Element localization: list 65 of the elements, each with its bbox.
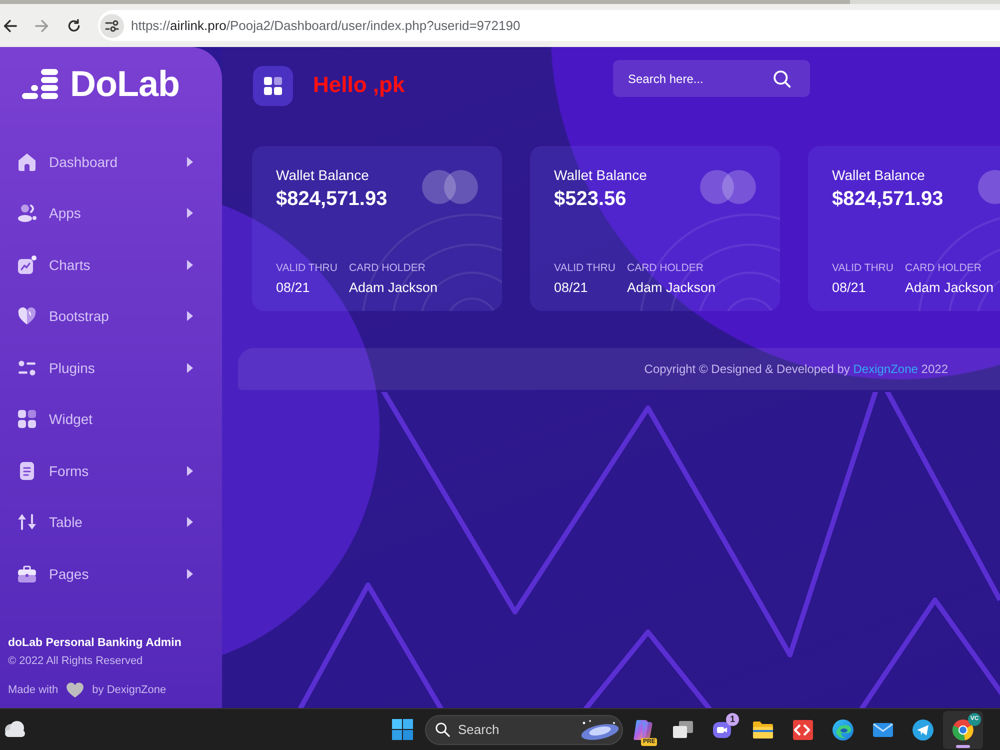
- users-icon: [17, 203, 37, 224]
- overlapping-circles-icon: [422, 170, 478, 204]
- taskbar-search-field[interactable]: Search: [425, 714, 623, 744]
- sidebar-item[interactable]: Forms: [0, 445, 222, 496]
- card-holder-label: CARD HOLDER: [349, 261, 426, 275]
- balance-amount: $824,571.93: [832, 187, 944, 212]
- balance-amount: $523.56: [554, 187, 628, 212]
- sidebar-item[interactable]: Plugins: [0, 342, 222, 394]
- valid-thru-label: VALID THRU: [554, 261, 616, 275]
- sidebar-item[interactable]: Widget: [0, 394, 222, 445]
- author-text: by DexignZone: [92, 684, 166, 696]
- rights-text: © 2022 All Rights Reserved: [8, 654, 144, 669]
- balance-amount: $824,571.93: [276, 187, 388, 212]
- card-title: Wallet Balance: [276, 166, 370, 184]
- sort-arrows-icon: [17, 512, 37, 532]
- paper-plane-icon: [911, 718, 935, 742]
- url-text[interactable]: https://airlink.pro/Pooja2/Dashboard/user/index.php?userid=972190: [131, 18, 520, 33]
- four-squares-icon: [264, 77, 282, 95]
- address-bar[interactable]: https://airlink.pro/Pooja2/Dashboard/user/index.php?userid=972190: [98, 10, 1000, 41]
- sidebar-item[interactable]: Apps: [0, 188, 222, 239]
- heart-icon: [66, 682, 84, 698]
- start-button[interactable]: [389, 716, 415, 742]
- angle-brackets-icon: [791, 718, 815, 742]
- sliders-icon: [17, 358, 37, 378]
- sliders-icon[interactable]: [100, 14, 124, 38]
- swirl-circle-icon: [831, 718, 855, 742]
- sidebar-item[interactable]: Bootstrap: [0, 290, 222, 342]
- document-icon: [17, 460, 37, 481]
- stacked-bars-logo-icon: [22, 69, 58, 99]
- card-holder-label: CARD HOLDER: [627, 261, 704, 275]
- expiry-date: 08/21: [832, 279, 867, 297]
- card-title: Wallet Balance: [554, 166, 648, 184]
- card-title: Wallet Balance: [832, 166, 926, 184]
- chart-icon: [17, 254, 37, 275]
- card-holder-name: Adam Jackson: [627, 279, 716, 297]
- logo-text: DoLab: [70, 67, 180, 101]
- sidebar-item[interactable]: Pages: [0, 548, 222, 600]
- four-panes-icon: [392, 719, 412, 740]
- valid-thru-label: VALID THRU: [276, 261, 338, 275]
- app-title-text: doLab Personal Banking Admin: [8, 636, 182, 651]
- search-icon: [435, 722, 450, 736]
- greeting-text: Hello ,pk: [313, 72, 406, 98]
- sidebar-item[interactable]: Dashboard: [0, 136, 222, 188]
- sidebar-item[interactable]: Table: [0, 496, 222, 548]
- card-holder-label: CARD HOLDER: [905, 261, 982, 275]
- valid-thru-label: VALID THRU: [832, 261, 894, 275]
- copyright-text: Copyright © Designed & Developed by DexignZone 2022: [644, 362, 948, 376]
- half-heart-icon: [17, 306, 37, 326]
- expiry-date: 08/21: [276, 279, 311, 297]
- sidebar-item[interactable]: Charts: [0, 239, 222, 290]
- active-indicator: [956, 744, 970, 748]
- made-with-text: Made with: [8, 684, 58, 696]
- card-holder-name: Adam Jackson: [349, 279, 438, 297]
- overlapping-circles-icon: [700, 170, 756, 204]
- count-badge: 1: [726, 712, 739, 726]
- home-icon: [17, 152, 37, 172]
- briefcase-icon: [17, 564, 37, 584]
- dexignzone-link[interactable]: DexignZone: [853, 362, 918, 376]
- search-icon[interactable]: [773, 70, 791, 88]
- expiry-date: 08/21: [554, 279, 589, 297]
- four-squares-icon: [17, 409, 37, 430]
- grid-menu-button[interactable]: [253, 66, 293, 106]
- gradient-tiles-icon: [631, 718, 655, 742]
- card-holder-name: Adam Jackson: [905, 279, 994, 297]
- taskbar-app-button[interactable]: 1: [703, 710, 743, 748]
